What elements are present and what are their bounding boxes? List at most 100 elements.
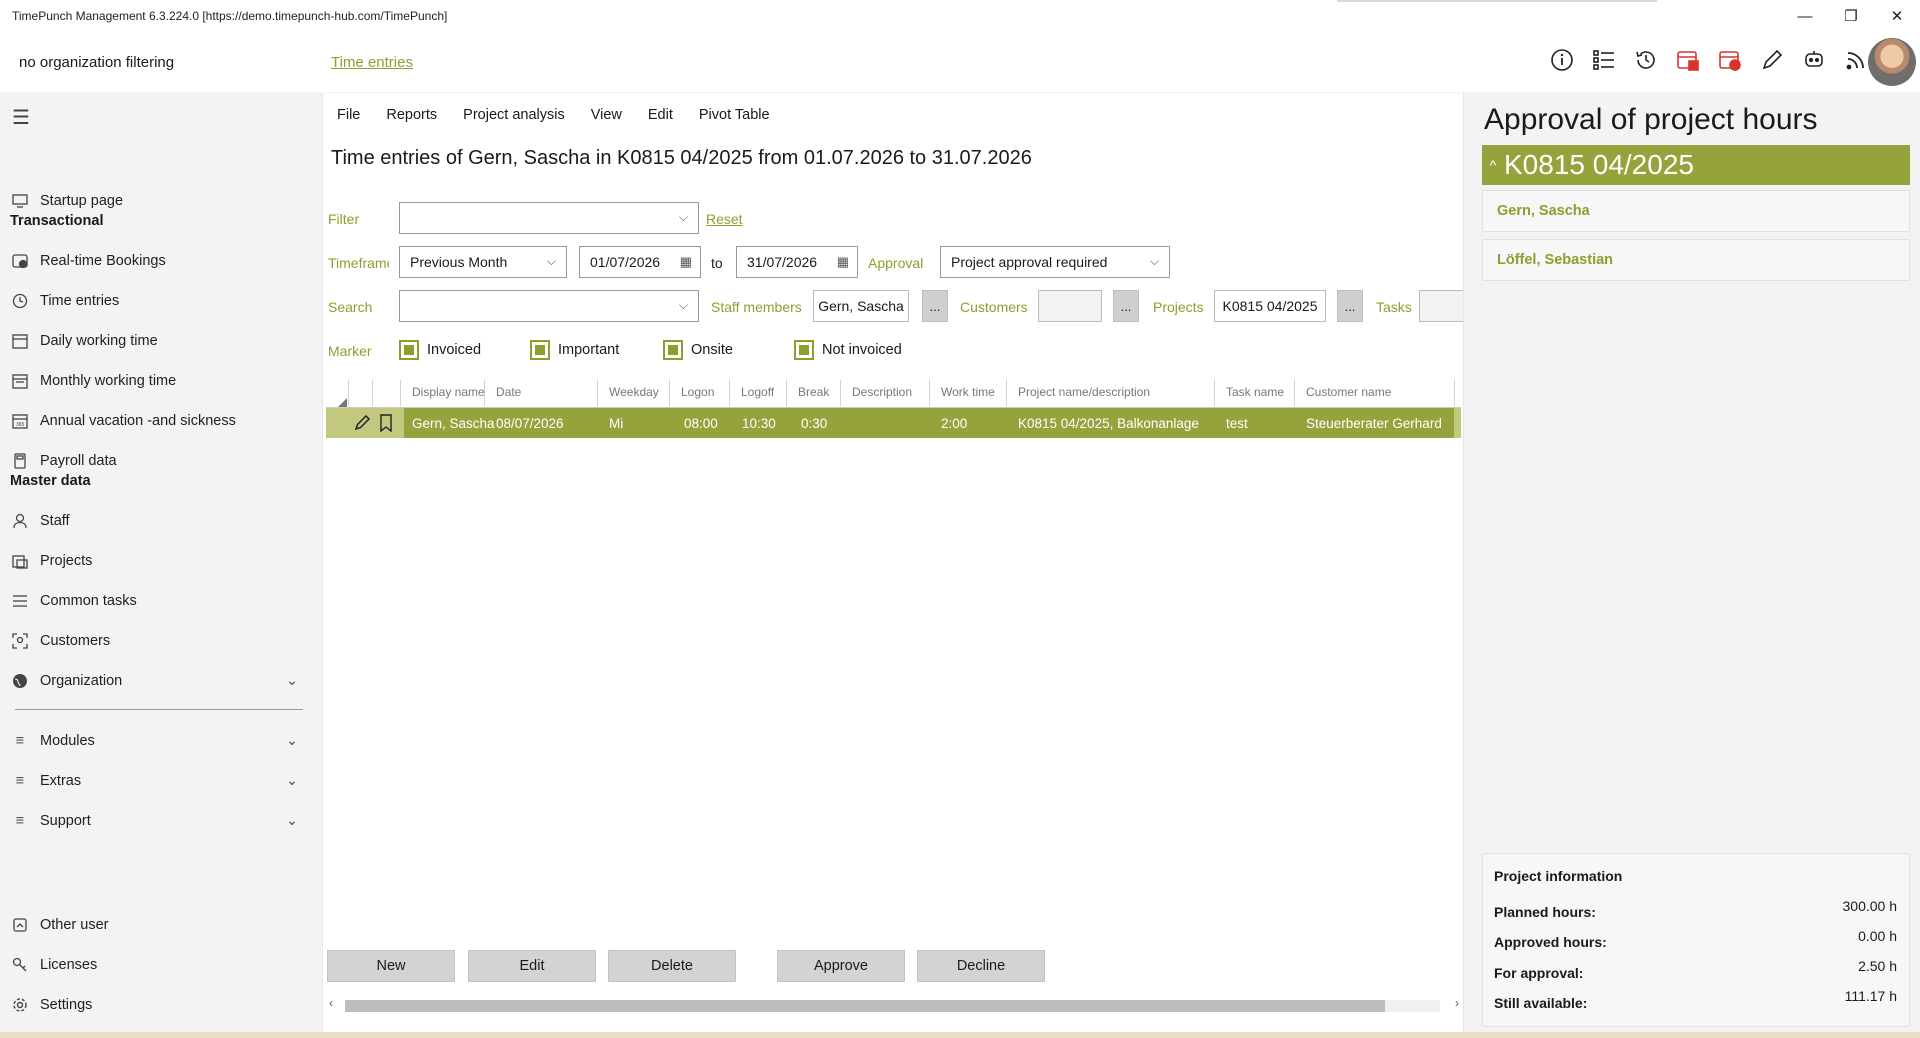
calendar-icon[interactable]: ▦ [837, 254, 849, 270]
organization-filter[interactable]: no organization filtering [19, 54, 174, 71]
menu-file[interactable]: File [323, 107, 372, 123]
menu-pivot-table[interactable]: Pivot Table [685, 107, 782, 123]
robot-icon[interactable] [1800, 46, 1828, 74]
approval-person-item[interactable]: Gern, Sascha [1482, 190, 1910, 232]
calendar-icon[interactable]: ▦ [680, 254, 692, 270]
collapse-caret-icon[interactable]: ^ [1482, 157, 1504, 173]
rss-icon[interactable] [1842, 46, 1870, 74]
sidebar-item-settings[interactable]: Settings [0, 985, 320, 1025]
column-header[interactable]: Work time [941, 376, 995, 407]
sidebar-item-monthly-working-time[interactable]: Monthly working time [0, 361, 320, 401]
menu-reports[interactable]: Reports [372, 107, 449, 123]
marker-not-invoiced-checkbox[interactable]: Not invoiced [794, 340, 902, 360]
user-avatar[interactable] [1868, 38, 1916, 86]
projects-field[interactable]: K0815 04/2025 [1214, 290, 1326, 322]
date-from-picker[interactable]: 01/07/2026 ▦ [579, 246, 701, 278]
breadcrumb-time-entries[interactable]: Time entries [331, 54, 413, 71]
info-value: 111.17 h [1844, 988, 1897, 1004]
date-to-picker[interactable]: 31/07/2026 ▦ [736, 246, 858, 278]
close-button[interactable]: ✕ [1874, 0, 1920, 32]
column-header[interactable]: Break [798, 376, 829, 407]
menu-project-analysis[interactable]: Project analysis [449, 107, 577, 123]
calendar-booking-icon[interactable] [1674, 46, 1702, 74]
sidebar-item-daily-working-time[interactable]: Daily working time [0, 321, 320, 361]
chevron-down-icon[interactable]: ⌄ [286, 773, 298, 789]
column-header[interactable]: Weekday [609, 376, 659, 407]
hamburger-menu-icon[interactable]: ☰ [12, 105, 30, 130]
app-header: no organization filtering Time entries [0, 32, 1920, 92]
marker-invoiced-checkbox[interactable]: Invoiced [399, 340, 481, 360]
column-header[interactable]: Date [496, 376, 521, 407]
sidebar-item-common-tasks[interactable]: Common tasks [0, 581, 320, 621]
minimize-button[interactable]: — [1782, 0, 1828, 32]
edit-button[interactable]: Edit [468, 950, 596, 982]
bookmark-icon[interactable] [376, 408, 396, 438]
checkbox-box [663, 340, 683, 360]
marker-important-checkbox[interactable]: Important [530, 340, 619, 360]
column-header[interactable]: Logoff [741, 376, 774, 407]
marker-onsite-checkbox[interactable]: Onsite [663, 340, 733, 360]
column-header[interactable]: Logon [681, 376, 714, 407]
table-row[interactable]: Gern, Sascha 08/07/2026 Mi 08:00 10:30 0… [326, 408, 1461, 438]
sidebar-item-projects[interactable]: Projects [0, 541, 320, 581]
sidebar-item-realtime-bookings[interactable]: Real-time Bookings [0, 241, 320, 281]
sidebar-item-organization[interactable]: Organization ⌄ [0, 661, 320, 701]
checkbox-box [530, 340, 550, 360]
column-header[interactable]: Project name/description [1018, 376, 1150, 407]
column-header[interactable]: Customer name [1306, 376, 1391, 407]
decline-button[interactable]: Decline [917, 950, 1045, 982]
sidebar-item-support[interactable]: ≡ Support ⌄ [0, 801, 320, 841]
sidebar-item-licenses[interactable]: Licenses [0, 945, 320, 985]
scroll-thumb[interactable] [345, 1000, 1385, 1012]
scroll-left-icon[interactable]: ‹ [329, 996, 333, 1010]
chevron-down-icon[interactable]: ⌄ [286, 813, 298, 829]
approve-button[interactable]: Approve [777, 950, 905, 982]
sidebar-item-annual-vacation[interactable]: 365 Annual vacation -and sickness [0, 401, 320, 441]
sidebar-item-label: Staff [40, 513, 70, 529]
scroll-right-icon[interactable]: › [1455, 996, 1459, 1010]
history-icon[interactable] [1632, 46, 1660, 74]
approval-person-item[interactable]: Löffel, Sebastian [1482, 239, 1910, 281]
menu-view[interactable]: View [577, 107, 634, 123]
timeframe-label: Timeframe [328, 255, 389, 271]
select-all-corner[interactable] [338, 376, 347, 407]
chevron-down-icon[interactable]: ⌄ [286, 673, 298, 689]
sidebar-item-staff[interactable]: Staff [0, 501, 320, 541]
sidebar-item-time-entries[interactable]: Time entries [0, 281, 320, 321]
projects-picker-button[interactable]: ... [1337, 290, 1363, 322]
tasks-field[interactable] [1419, 290, 1463, 322]
calendar-month-icon [0, 373, 40, 389]
edit-pencil-icon[interactable] [352, 408, 372, 438]
customers-picker-button[interactable]: ... [1113, 290, 1139, 322]
title-bar-accent [1337, 0, 1657, 2]
delete-button[interactable]: Delete [608, 950, 736, 982]
sidebar-item-other-user[interactable]: Other user [0, 905, 320, 945]
calendar-clock-icon[interactable] [1716, 46, 1744, 74]
approval-dropdown[interactable]: Project approval required ⌵ [940, 246, 1170, 278]
column-header[interactable]: Display name [412, 376, 485, 407]
chevron-down-icon[interactable]: ⌄ [286, 733, 298, 749]
customers-field[interactable] [1038, 290, 1102, 322]
staff-members-field[interactable]: Gern, Sascha [813, 290, 909, 322]
sidebar-item-extras[interactable]: ≡ Extras ⌄ [0, 761, 320, 801]
project-group-header[interactable]: ^ K0815 04/2025 [1482, 145, 1910, 185]
info-value: 0.00 h [1858, 928, 1897, 944]
pencil-icon[interactable] [1758, 46, 1786, 74]
info-icon[interactable] [1548, 46, 1576, 74]
new-button[interactable]: New [327, 950, 455, 982]
checkbox-box [399, 340, 419, 360]
filter-combobox[interactable]: ⌵ [399, 202, 699, 234]
staff-members-picker-button[interactable]: ... [922, 290, 948, 322]
column-header[interactable]: Task name [1226, 376, 1284, 407]
search-combobox[interactable]: ⌵ [399, 290, 699, 322]
restore-button[interactable]: ❐ [1828, 0, 1874, 32]
sidebar-item-modules[interactable]: ≡ Modules ⌄ [0, 721, 320, 761]
reset-link[interactable]: Reset [706, 211, 743, 227]
timeframe-dropdown[interactable]: Previous Month ⌵ [399, 246, 567, 278]
horizontal-scrollbar[interactable]: ‹ › [327, 996, 1461, 1014]
column-header[interactable]: Description [852, 376, 912, 407]
sidebar-item-label: Modules [40, 733, 95, 749]
menu-edit[interactable]: Edit [634, 107, 685, 123]
list-icon[interactable] [1590, 46, 1618, 74]
sidebar-item-customers[interactable]: Customers [0, 621, 320, 661]
